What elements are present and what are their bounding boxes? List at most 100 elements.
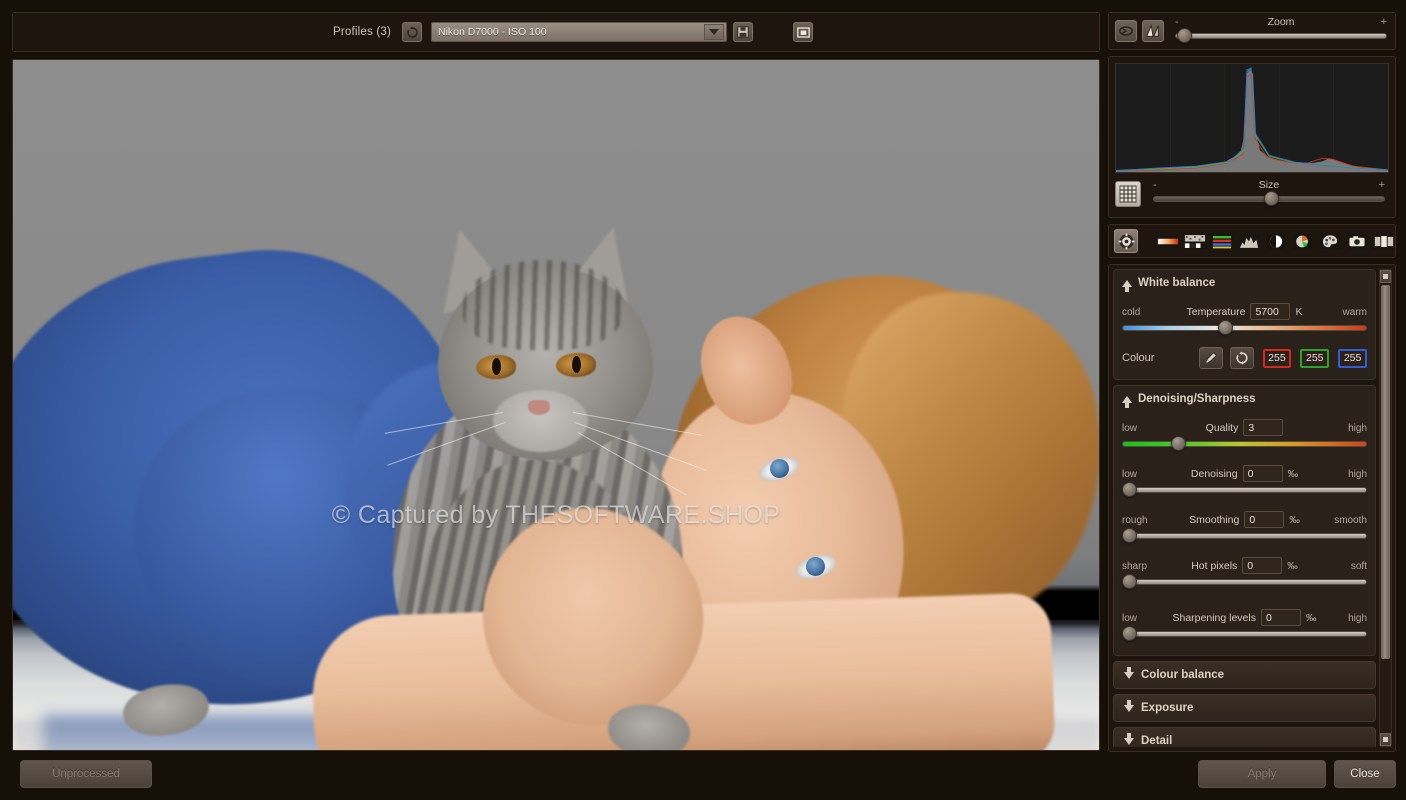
section-colour-balance[interactable]: Colour balance xyxy=(1113,661,1376,689)
size-plus-label[interactable]: + xyxy=(1379,179,1385,191)
collapse-arrow-up-icon xyxy=(1122,279,1132,292)
quality-value[interactable]: 3 xyxy=(1243,419,1284,436)
close-button[interactable]: Close xyxy=(1334,760,1396,788)
save-icon xyxy=(737,26,749,38)
expand-arrow-down-icon xyxy=(1124,732,1134,745)
rotate-view-button[interactable] xyxy=(1115,20,1137,42)
section-exposure[interactable]: Exposure xyxy=(1113,694,1376,722)
tool-noise-button[interactable] xyxy=(1183,229,1207,253)
profile-select[interactable]: Nikon D7000 - ISO 100 xyxy=(431,22,727,42)
denoising-slider-track[interactable] xyxy=(1122,487,1367,493)
hot-pixels-slider-row: sharp Hot pixels 0 ‰ soft xyxy=(1122,551,1367,593)
quality-slider-track[interactable] xyxy=(1122,441,1367,447)
hot-pixels-slider-track[interactable] xyxy=(1122,579,1367,585)
quality-slider-knob[interactable] xyxy=(1171,436,1186,451)
denoising-value[interactable]: 0 xyxy=(1242,465,1283,482)
denoising-slider-knob[interactable] xyxy=(1122,482,1137,497)
scroll-down-button[interactable] xyxy=(1380,733,1391,746)
sharpening-levels-slider-knob[interactable] xyxy=(1122,626,1137,641)
denoising-label: Denoising xyxy=(1190,467,1238,480)
profile-toolbar: Profiles (3) Nikon D7000 - ISO 100 xyxy=(12,12,1100,52)
tool-curve-button[interactable] xyxy=(1237,229,1261,253)
temperature-label: Temperature xyxy=(1186,305,1246,318)
exposure-title: Exposure xyxy=(1141,702,1194,714)
profile-select-value: Nikon D7000 - ISO 100 xyxy=(438,26,547,38)
tool-palette-button[interactable] xyxy=(1318,229,1342,253)
histogram-view-button[interactable] xyxy=(1142,20,1164,42)
expand-arrow-down-icon xyxy=(1124,699,1134,712)
channels-icon xyxy=(1211,233,1233,249)
histogram-chart xyxy=(1115,63,1389,173)
sharpening-levels-max-label: high xyxy=(1348,613,1367,624)
colour-balance-title: Colour balance xyxy=(1141,669,1225,681)
histogram-panel: - Size + xyxy=(1108,56,1396,218)
tool-settings-button[interactable] xyxy=(1114,229,1138,253)
white-balance-title: White balance xyxy=(1138,277,1216,289)
scroll-up-button[interactable] xyxy=(1380,270,1391,283)
colour-picker-button[interactable] xyxy=(1198,347,1223,369)
chevron-down-icon[interactable] xyxy=(704,24,724,40)
adjustments-scrollbar[interactable] xyxy=(1379,269,1392,747)
apply-button[interactable]: Apply xyxy=(1198,760,1326,788)
smoothing-slider-knob[interactable] xyxy=(1122,528,1137,543)
grid-toggle-button[interactable] xyxy=(1115,181,1141,207)
temperature-max-label: warm xyxy=(1342,307,1367,318)
tool-icon-bar xyxy=(1108,224,1396,258)
hot-pixels-slider-knob[interactable] xyxy=(1122,574,1137,589)
footer-left: Unprocessed xyxy=(12,758,1100,790)
zoom-slider-knob[interactable] xyxy=(1177,28,1193,43)
adjustments-list: White balance cold Temperature 5700 K wa… xyxy=(1113,269,1376,747)
hot-pixels-value[interactable]: 0 xyxy=(1242,557,1283,574)
colour-blue-value[interactable]: 255 xyxy=(1338,348,1367,368)
noise-icon xyxy=(1184,233,1206,249)
size-label: Size xyxy=(1258,179,1280,191)
tool-gradient-button[interactable] xyxy=(1156,229,1180,253)
denoising-slider-row: low Denoising 0 ‰ high xyxy=(1122,459,1367,501)
unprocessed-button[interactable]: Unprocessed xyxy=(20,760,152,788)
tool-colour-sphere-button[interactable] xyxy=(1291,229,1315,253)
section-denoising-sharpness: Denoising/Sharpness low Quality 3 high l… xyxy=(1113,385,1376,656)
crop-button[interactable] xyxy=(793,22,813,42)
size-slider-wrap: - Size + xyxy=(1153,179,1385,209)
quality-slider-row: low Quality 3 high xyxy=(1122,413,1367,455)
scrollbar-thumb[interactable] xyxy=(1381,285,1390,659)
footer-right: Apply Close xyxy=(1108,758,1396,790)
section-white-balance: White balance cold Temperature 5700 K wa… xyxy=(1113,269,1376,380)
colour-row: Colour 255 255 255 xyxy=(1122,347,1367,369)
temperature-value[interactable]: 5700 xyxy=(1250,303,1291,320)
smoothing-slider-track[interactable] xyxy=(1122,533,1367,539)
section-detail[interactable]: Detail xyxy=(1113,727,1376,747)
raw-converter-window: Profiles (3) Nikon D7000 - ISO 100 © Cap… xyxy=(0,0,1406,800)
denoising-header[interactable]: Denoising/Sharpness xyxy=(1122,392,1367,409)
smoothing-unit: ‰ xyxy=(1289,513,1300,526)
colour-red-value[interactable]: 255 xyxy=(1262,348,1292,368)
tool-camera-button[interactable] xyxy=(1345,229,1369,253)
temperature-slider-track[interactable] xyxy=(1122,325,1367,331)
colour-reset-button[interactable] xyxy=(1229,347,1254,369)
save-profile-button[interactable] xyxy=(733,22,753,42)
zoom-plus-label[interactable]: + xyxy=(1381,16,1387,28)
size-slider-row: - Size + xyxy=(1115,173,1389,211)
expand-arrow-down-icon xyxy=(1124,666,1134,679)
colour-green-value[interactable]: 255 xyxy=(1300,348,1330,368)
tool-panorama-button[interactable] xyxy=(1372,229,1396,253)
white-balance-header[interactable]: White balance xyxy=(1122,276,1367,293)
crop-icon xyxy=(796,26,810,38)
temperature-slider-knob[interactable] xyxy=(1217,320,1233,335)
collapse-arrow-up-icon xyxy=(1122,395,1132,408)
tool-channels-button[interactable] xyxy=(1210,229,1234,253)
panorama-icon xyxy=(1373,233,1395,249)
smoothing-slider-row: rough Smoothing 0 ‰ smooth xyxy=(1122,505,1367,547)
image-viewport[interactable]: © Captured by THESOFTWARE.SHOP xyxy=(12,59,1100,751)
sharpening-levels-slider-track[interactable] xyxy=(1122,631,1367,637)
refresh-profiles-button[interactable] xyxy=(402,22,422,42)
colour-label: Colour xyxy=(1122,352,1155,364)
smoothing-value[interactable]: 0 xyxy=(1244,511,1285,528)
zoom-slider-track[interactable] xyxy=(1175,33,1387,39)
sharpening-levels-value[interactable]: 0 xyxy=(1260,609,1301,626)
size-slider-knob[interactable] xyxy=(1264,191,1280,206)
eyedropper-icon xyxy=(1205,352,1217,363)
zoom-toolbar: - Zoom + xyxy=(1108,12,1396,50)
settings-icon xyxy=(1118,233,1134,249)
tool-contrast-button[interactable] xyxy=(1264,229,1288,253)
